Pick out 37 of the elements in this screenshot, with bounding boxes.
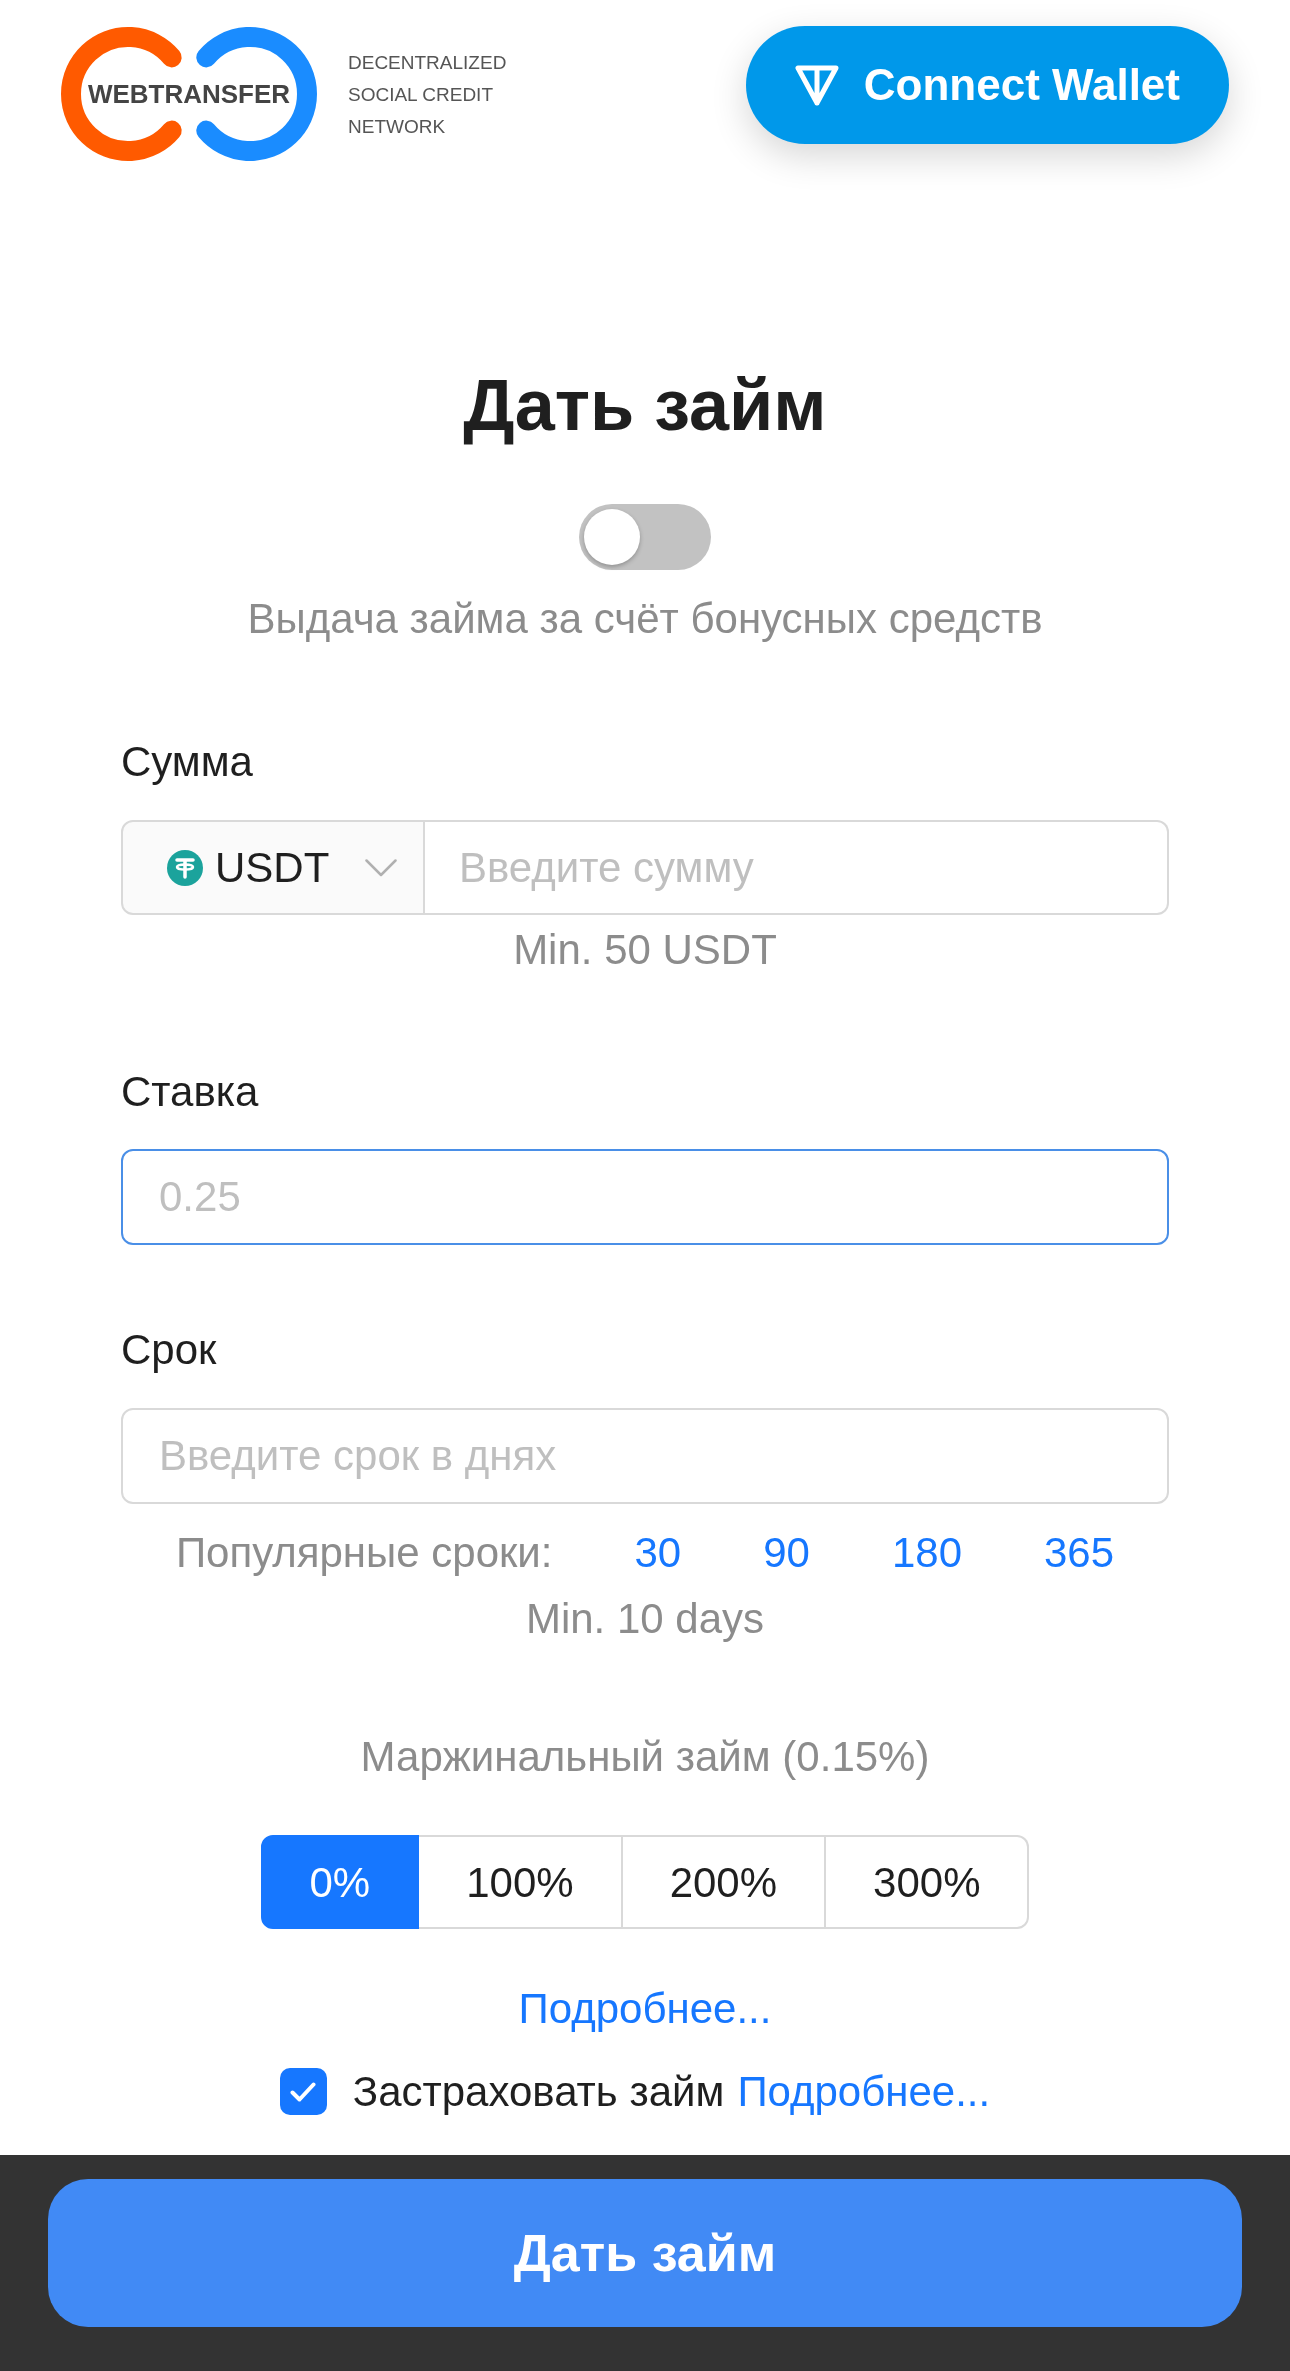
margin-segment[interactable]: 200% (622, 1835, 827, 1929)
logo-text: WEBTRANSFER (87, 79, 291, 109)
rate-label: Ставка (121, 1070, 259, 1114)
connect-wallet-button[interactable]: Connect Wallet (745, 26, 1229, 144)
term-preset-link[interactable]: 30 (634, 1531, 682, 1575)
amount-hint: Min. 50 USDT (513, 928, 777, 972)
check-icon (290, 2081, 317, 2102)
insurance-checkbox[interactable] (279, 2068, 327, 2115)
triangle-logo-icon (794, 63, 839, 107)
term-label: Срок (121, 1328, 217, 1372)
currency-select[interactable]: USDT (121, 820, 425, 915)
term-preset-link[interactable]: 180 (891, 1531, 962, 1575)
term-preset-link[interactable]: 365 (1044, 1531, 1115, 1575)
margin-label: Маржинальный займ (0.15%) (360, 1735, 930, 1779)
toggle-label: Выдача займа за счёт бонусных средств (247, 597, 1043, 641)
popular-terms-label: Популярные сроки: (175, 1531, 553, 1575)
insurance-label: Застраховать займ (352, 2069, 725, 2114)
amount-input[interactable]: Введите сумму (425, 820, 1169, 915)
logo-tagline: NETWORK (348, 115, 447, 139)
logo-rings-icon (60, 24, 318, 164)
insurance-more-link[interactable]: Подробнее... (737, 2069, 991, 2114)
term-preset-link[interactable]: 90 (763, 1531, 810, 1575)
term-input[interactable]: Введите срок в днях (121, 1408, 1169, 1504)
logo-tagline: SOCIAL CREDIT (348, 83, 494, 107)
margin-segment[interactable]: 300% (826, 1835, 1030, 1929)
margin-segment[interactable]: 100% (419, 1835, 623, 1929)
logo-tagline: DECENTRALIZED (348, 51, 507, 75)
currency-text: USDT (215, 843, 330, 893)
page-title: Дать займ (463, 364, 827, 447)
rate-input[interactable]: 0.25 (121, 1149, 1169, 1245)
chevron-down-icon (365, 858, 398, 877)
submit-button[interactable]: Дать займ (48, 2179, 1242, 2327)
coin-icon (167, 849, 203, 886)
term-hint: Min. 10 days (525, 1597, 765, 1641)
margin-more-link[interactable]: Подробнее... (518, 1987, 772, 2031)
margin-segment[interactable]: 0% (260, 1835, 420, 1929)
amount-label: Сумма (121, 740, 253, 784)
